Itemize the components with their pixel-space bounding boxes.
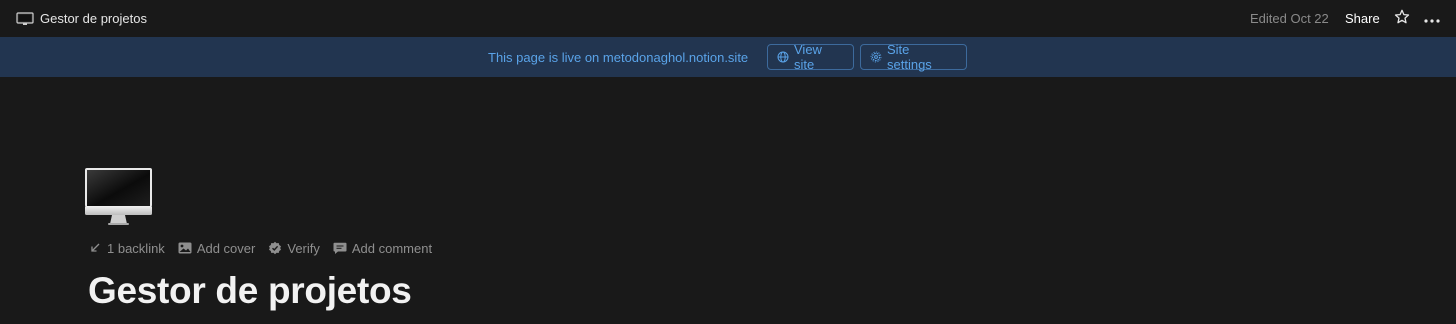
- page-icon[interactable]: [84, 167, 154, 229]
- desktop-computer-icon: [84, 168, 154, 233]
- arrow-down-left-icon: [88, 241, 102, 255]
- star-icon: [1394, 9, 1410, 30]
- share-button[interactable]: Share: [1340, 6, 1385, 31]
- backlink-button[interactable]: 1 backlink: [88, 241, 165, 256]
- breadcrumb[interactable]: Gestor de projetos: [12, 6, 151, 31]
- add-comment-button[interactable]: Add comment: [333, 241, 432, 256]
- site-settings-label: Site settings: [887, 42, 932, 72]
- banner-message: This page is live on metodonaghol.notion…: [488, 50, 749, 65]
- desktop-computer-icon: [16, 11, 34, 26]
- gear-icon: [870, 51, 882, 63]
- view-site-button[interactable]: View site: [767, 42, 854, 72]
- backlink-label: 1 backlink: [107, 240, 165, 256]
- add-cover-label: Add cover: [196, 240, 256, 256]
- globe-icon: [777, 51, 789, 63]
- site-settings-button[interactable]: Site settings: [860, 42, 967, 72]
- verified-badge-icon: [268, 241, 282, 255]
- add-cover-button[interactable]: Add cover: [178, 240, 256, 256]
- verify-label: Verify: [287, 240, 320, 256]
- view-site-label: View site: [794, 42, 822, 72]
- comment-icon: [333, 241, 347, 255]
- add-comment-label: Add comment: [351, 240, 433, 256]
- breadcrumb-label: Gestor de projetos: [40, 11, 147, 26]
- edited-timestamp: Edited Oct 22: [1250, 11, 1329, 26]
- page-title[interactable]: Gestor de projetos: [88, 270, 412, 312]
- more-horizontal-icon: [1424, 10, 1440, 28]
- published-banner: This page is live on metodonaghol.notion…: [0, 37, 1456, 77]
- more-options-button[interactable]: [1420, 7, 1444, 31]
- favorite-button[interactable]: [1390, 7, 1414, 31]
- image-icon: [178, 241, 192, 255]
- top-bar: Gestor de projetos Edited Oct 22 Share: [0, 0, 1456, 37]
- verify-button[interactable]: Verify: [268, 241, 320, 256]
- page-meta-row: 1 backlink Add cover Verify Add comment: [88, 238, 445, 258]
